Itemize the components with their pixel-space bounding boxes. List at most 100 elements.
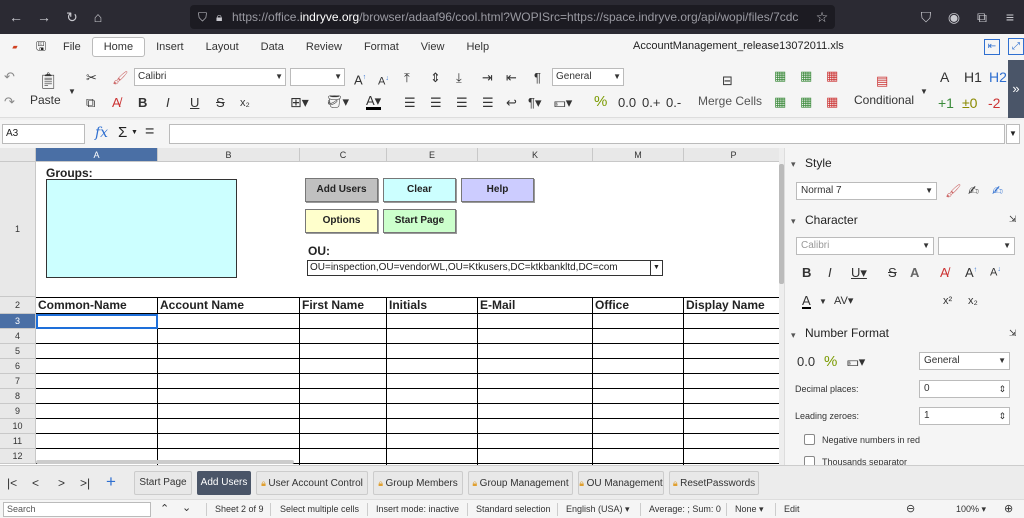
- fill-format-icon[interactable]: 🖌︎: [945, 183, 962, 199]
- sheet-tab[interactable]: 🔒︎ OU Management: [578, 471, 664, 495]
- sidebar-subscript-button[interactable]: x₂: [968, 295, 978, 307]
- options-button[interactable]: Options: [305, 209, 378, 233]
- spinner-icon[interactable]: ⇕: [998, 408, 1006, 424]
- select-all-corner[interactable]: [0, 148, 36, 162]
- style-default-button[interactable]: A: [940, 69, 949, 85]
- sidebar-superscript-button[interactable]: x²: [943, 295, 952, 307]
- add-users-button[interactable]: Add Users: [305, 178, 378, 202]
- expand-formula-icon[interactable]: ▼: [1006, 124, 1020, 144]
- strikethrough-button[interactable]: S: [216, 95, 225, 111]
- column-header-k[interactable]: K: [478, 148, 593, 162]
- column-header-e[interactable]: E: [387, 148, 478, 162]
- menu-layout[interactable]: Layout: [195, 38, 250, 56]
- align-right-icon[interactable]: ☰: [456, 95, 468, 111]
- sidebar-italic-icon[interactable]: I: [828, 265, 832, 280]
- clone-format-icon[interactable]: 🖌︎: [112, 70, 129, 86]
- conditional-label[interactable]: Conditional: [854, 92, 914, 108]
- header-office[interactable]: Office: [593, 297, 629, 313]
- sidebar-clear-format-icon[interactable]: A̸: [940, 265, 949, 280]
- copy-icon[interactable]: ⧉: [86, 95, 95, 111]
- delete-cols-icon[interactable]: ▦: [826, 94, 838, 110]
- number-format-select[interactable]: General ▼: [552, 68, 624, 86]
- clear-format-icon[interactable]: A̸: [112, 95, 121, 111]
- insert-rows-icon[interactable]: ▦: [774, 68, 786, 84]
- chevron-down-icon[interactable]: ▼: [819, 297, 827, 306]
- header-account-name[interactable]: Account Name: [158, 297, 244, 313]
- row-header-4[interactable]: 4: [0, 329, 36, 344]
- paragraph-icon[interactable]: ¶: [534, 70, 541, 86]
- clear-button[interactable]: Clear: [383, 178, 456, 202]
- increase-indent-icon[interactable]: ⇥: [482, 70, 493, 86]
- row-header-9[interactable]: 9: [0, 404, 36, 419]
- first-sheet-icon[interactable]: |<: [7, 476, 17, 490]
- decimal-places-spinner[interactable]: 0 ⇕: [919, 380, 1010, 398]
- paste-label[interactable]: Paste: [30, 92, 61, 108]
- align-left-icon[interactable]: ☰: [404, 95, 416, 111]
- number-format-section-title[interactable]: Number Format: [805, 326, 889, 340]
- merge-cells-label[interactable]: Merge Cells: [698, 93, 762, 109]
- menu-review[interactable]: Review: [295, 38, 353, 56]
- shrink-font-icon[interactable]: A↓: [378, 71, 389, 90]
- back-icon[interactable]: ←: [2, 9, 30, 25]
- sidebar-font-color-icon[interactable]: A: [802, 294, 811, 309]
- justify-icon[interactable]: ☰: [482, 95, 494, 111]
- save-icon[interactable]: 🖫︎: [30, 37, 52, 58]
- sidebar-decimal-button[interactable]: 0.0: [797, 354, 815, 369]
- sheet-tab[interactable]: 🔒︎ Group Members: [373, 471, 463, 495]
- style-neutral-button[interactable]: ±0: [962, 95, 977, 111]
- add-decimal-button[interactable]: 0.+: [642, 95, 660, 111]
- formula-input[interactable]: [169, 124, 1005, 144]
- language-select[interactable]: English (USA) ▾: [566, 504, 630, 515]
- thousands-separator-checkbox[interactable]: [804, 456, 815, 465]
- row-height-icon[interactable]: ▦: [774, 94, 786, 110]
- row-header-6[interactable]: 6: [0, 359, 36, 374]
- account-icon[interactable]: ◉: [940, 9, 968, 26]
- insert-cols-icon[interactable]: ▦: [800, 68, 812, 84]
- sidebar-underline-icon[interactable]: U▾: [851, 265, 867, 281]
- row-header-10[interactable]: 10: [0, 419, 36, 434]
- pocket-icon[interactable]: ⛉: [912, 9, 940, 26]
- update-style-icon[interactable]: ✍: [992, 183, 1003, 199]
- start-page-button[interactable]: Start Page: [383, 209, 456, 233]
- search-prev-icon[interactable]: ⌃: [160, 502, 169, 515]
- sidebar-bold-icon[interactable]: B: [802, 265, 811, 280]
- header-first-name[interactable]: First Name: [300, 297, 364, 313]
- menu-insert[interactable]: Insert: [145, 38, 195, 56]
- search-next-icon[interactable]: ⌄: [182, 501, 191, 514]
- decimal-button[interactable]: 0.0: [618, 95, 636, 111]
- sidebar-grow-font-icon[interactable]: A↑: [965, 265, 977, 280]
- bold-button[interactable]: B: [138, 95, 147, 111]
- cut-icon[interactable]: ✂: [86, 70, 97, 86]
- name-box[interactable]: A3: [2, 124, 85, 144]
- row-header-11[interactable]: 11: [0, 434, 36, 449]
- background-color-icon[interactable]: 🪣︎▾: [326, 94, 349, 110]
- negative-red-label[interactable]: Negative numbers in red: [822, 435, 920, 445]
- ou-dropdown[interactable]: OU=inspection,OU=vendorWL,OU=Ktkusers,DC…: [307, 260, 663, 276]
- function-wizard-icon[interactable]: fx: [95, 125, 108, 141]
- header-initials[interactable]: Initials: [387, 297, 427, 313]
- underline-button[interactable]: U: [190, 95, 199, 111]
- add-sheet-icon[interactable]: +: [106, 472, 116, 492]
- bookmark-star-icon[interactable]: ☆: [808, 9, 836, 26]
- zoom-out-icon[interactable]: ⊖: [906, 502, 915, 515]
- sidebar-number-format-select[interactable]: General ▼: [919, 352, 1010, 370]
- prev-sheet-icon[interactable]: <: [32, 476, 39, 490]
- undo-icon[interactable]: ↶: [4, 69, 15, 85]
- column-header-a[interactable]: A: [36, 148, 158, 162]
- menu-file[interactable]: File: [52, 38, 92, 56]
- style-good-button[interactable]: +1: [938, 95, 954, 111]
- menu-view[interactable]: View: [410, 38, 456, 56]
- style-section-title[interactable]: Style: [805, 156, 832, 170]
- style-heading1-button[interactable]: H1: [964, 69, 982, 85]
- sheet-tab[interactable]: 🔒︎ User Account Control: [256, 471, 368, 495]
- horizontal-scrollbar[interactable]: [36, 460, 294, 464]
- sheet-tab[interactable]: Start Page: [134, 471, 192, 495]
- column-header-c[interactable]: C: [300, 148, 387, 162]
- conditional-format-icon[interactable]: ▤: [876, 73, 888, 89]
- merge-cells-icon[interactable]: ⊟: [722, 73, 733, 89]
- groups-listbox[interactable]: [46, 179, 237, 278]
- header-display-name[interactable]: Display Name: [684, 297, 765, 313]
- last-sheet-icon[interactable]: >|: [80, 476, 90, 490]
- extensions-icon[interactable]: ⧉: [968, 9, 996, 26]
- italic-button[interactable]: I: [166, 95, 170, 111]
